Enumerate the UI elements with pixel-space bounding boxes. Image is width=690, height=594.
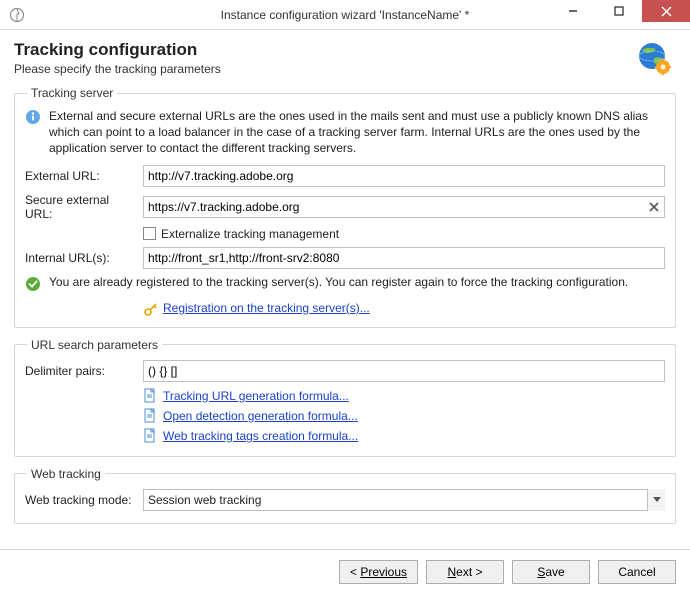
document-icon bbox=[143, 408, 157, 424]
tracking-server-description: External and secure external URLs are th… bbox=[49, 108, 665, 157]
open-detection-link[interactable]: Open detection generation formula... bbox=[163, 409, 358, 423]
tracking-server-legend: Tracking server bbox=[27, 86, 117, 100]
tracking-mode-select[interactable]: Session web tracking bbox=[143, 489, 665, 511]
info-icon bbox=[25, 109, 41, 128]
internal-url-label: Internal URL(s): bbox=[25, 251, 143, 265]
delimiter-label: Delimiter pairs: bbox=[25, 364, 143, 378]
web-tracking-group: Web tracking Web tracking mode: Session … bbox=[14, 467, 676, 524]
cancel-button[interactable]: Cancel bbox=[598, 560, 676, 584]
url-params-group: URL search parameters Delimiter pairs: T… bbox=[14, 338, 676, 457]
document-icon bbox=[143, 428, 157, 444]
app-icon bbox=[6, 4, 28, 26]
titlebar: Instance configuration wizard 'InstanceN… bbox=[0, 0, 690, 30]
window-controls bbox=[550, 0, 690, 29]
tracking-mode-label: Web tracking mode: bbox=[25, 493, 143, 507]
externalize-checkbox[interactable] bbox=[143, 227, 156, 240]
web-tracking-legend: Web tracking bbox=[27, 467, 105, 481]
secure-url-label: Secure external URL: bbox=[25, 193, 143, 221]
url-formula-link[interactable]: Tracking URL generation formula... bbox=[163, 389, 349, 403]
url-params-legend: URL search parameters bbox=[27, 338, 162, 352]
tracking-globe-icon bbox=[636, 40, 676, 80]
previous-button[interactable]: < Previous bbox=[339, 560, 418, 584]
tracking-server-group: Tracking server External and secure exte… bbox=[14, 86, 676, 328]
close-button[interactable] bbox=[642, 0, 690, 22]
external-url-input[interactable] bbox=[143, 165, 665, 187]
document-icon bbox=[143, 388, 157, 404]
page-header: Tracking configuration Please specify th… bbox=[14, 40, 676, 86]
save-button[interactable]: Save bbox=[512, 560, 590, 584]
clear-icon[interactable] bbox=[646, 199, 662, 215]
page-subtitle: Please specify the tracking parameters bbox=[14, 62, 636, 76]
wizard-footer: < Previous Next > Save Cancel bbox=[0, 549, 690, 594]
internal-url-input[interactable] bbox=[143, 247, 665, 269]
success-icon bbox=[25, 276, 41, 295]
secure-url-input[interactable] bbox=[143, 196, 665, 218]
external-url-label: External URL: bbox=[25, 169, 143, 183]
tracking-mode-value: Session web tracking bbox=[143, 489, 665, 511]
externalize-label: Externalize tracking management bbox=[161, 227, 339, 241]
maximize-button[interactable] bbox=[596, 0, 642, 22]
page-title: Tracking configuration bbox=[14, 40, 636, 60]
key-icon bbox=[143, 301, 157, 315]
next-button[interactable]: Next > bbox=[426, 560, 504, 584]
delimiter-input[interactable] bbox=[143, 360, 665, 382]
registration-link[interactable]: Registration on the tracking server(s)..… bbox=[163, 301, 370, 315]
web-tags-link[interactable]: Web tracking tags creation formula... bbox=[163, 429, 358, 443]
minimize-button[interactable] bbox=[550, 0, 596, 22]
registration-status: You are already registered to the tracki… bbox=[49, 275, 665, 289]
